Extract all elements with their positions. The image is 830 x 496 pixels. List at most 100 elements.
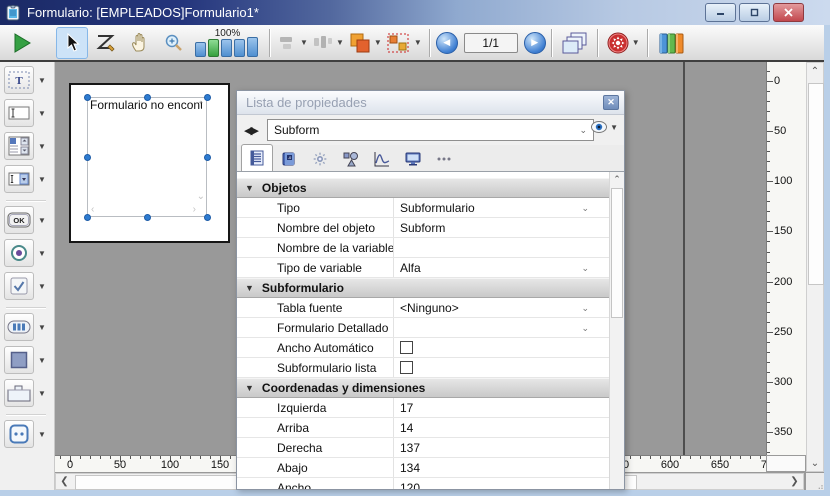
property-value[interactable]: 120 — [400, 481, 580, 490]
chevron-down-icon[interactable]: ▼ — [38, 282, 46, 291]
checkbox-tool[interactable]: ▼ — [4, 272, 50, 300]
vertical-scrollbar[interactable]: ⌃ ⌄ — [806, 62, 824, 472]
panel-tab-monitor[interactable] — [398, 146, 428, 171]
align-objects-button[interactable]: ▼ — [277, 27, 309, 59]
property-row[interactable]: Subformulario lista — [237, 358, 611, 378]
chevron-down-icon[interactable]: ▼ — [38, 323, 46, 332]
visibility-options-button[interactable]: ▼ — [591, 121, 618, 133]
property-value[interactable]: 17 — [400, 401, 580, 415]
checkbox-unchecked[interactable] — [400, 361, 413, 374]
chevron-down-icon[interactable]: ▼ — [38, 175, 46, 184]
object-prev-next-icons[interactable]: ◀▶ — [244, 124, 257, 137]
selection-handle-bottom-left[interactable] — [84, 214, 91, 221]
entry-order-tool-button[interactable] — [90, 27, 122, 59]
minimize-button[interactable] — [705, 3, 736, 22]
chevron-down-icon[interactable]: ⌄ — [581, 303, 589, 314]
panel-scroll-thumb[interactable] — [611, 188, 623, 318]
selection-handle-mid-right[interactable] — [204, 154, 211, 161]
selection-handle-bottom-center[interactable] — [144, 214, 151, 221]
layer-objects-button[interactable]: ▼ — [347, 27, 383, 59]
previous-page-button[interactable]: ◀ — [436, 32, 458, 54]
property-row[interactable]: Derecha137 — [237, 438, 611, 458]
panel-close-button[interactable]: ✕ — [603, 95, 619, 110]
panel-scrollbar[interactable]: ⌃ — [609, 172, 624, 490]
buttonbar-tool[interactable]: ▼ — [4, 313, 50, 341]
selection-handle-top-center[interactable] — [144, 94, 151, 101]
property-value[interactable]: 14 — [400, 421, 580, 435]
vertical-scroll-thumb[interactable] — [808, 83, 824, 285]
input-tool[interactable]: ▼ — [4, 99, 50, 127]
property-row[interactable]: Tipo de variableAlfa⌄ — [237, 258, 611, 278]
chevron-down-icon[interactable]: ▼ — [38, 430, 46, 439]
combobox-tool[interactable]: ▼ — [4, 165, 50, 193]
property-value[interactable]: Subform — [400, 221, 580, 235]
property-row[interactable]: TipoSubformulario⌄ — [237, 198, 611, 218]
distribute-objects-button[interactable]: ▼ — [311, 27, 345, 59]
checkbox-unchecked[interactable] — [400, 341, 413, 354]
panel-title-bar[interactable]: Lista de propiedades ✕ — [237, 91, 624, 115]
property-row[interactable]: Nombre del objetoSubform — [237, 218, 611, 238]
chevron-down-icon[interactable]: ▼ — [38, 76, 46, 85]
panel-scroll-up-icon[interactable]: ⌃ — [610, 174, 624, 185]
property-value[interactable]: Subformulario — [400, 201, 580, 215]
selection-handle-top-right[interactable] — [204, 94, 211, 101]
panel-tab-curve[interactable] — [367, 146, 397, 171]
resize-grip[interactable]: ⣠ — [806, 473, 824, 490]
chevron-down-icon[interactable]: ⌄ — [581, 203, 589, 214]
scroll-right-button[interactable]: ❯ — [786, 474, 803, 489]
radio-tool[interactable]: ▼ — [4, 239, 50, 267]
panel-tab-shapes[interactable] — [336, 146, 366, 171]
next-page-button[interactable]: ▶ — [524, 32, 546, 54]
zoom-level-control[interactable]: 100% — [195, 29, 260, 57]
zoom-tool-button[interactable] — [158, 27, 190, 59]
chevron-down-icon[interactable]: ▼ — [38, 109, 46, 118]
panel-tab-book[interactable]: -0 — [274, 146, 304, 171]
subform-object[interactable]: Formulario no encontrado ⌃ ⌄ ‹ › — [87, 97, 207, 217]
property-row[interactable]: Formulario Detallado⌄ — [237, 318, 611, 338]
explorer-library-button[interactable] — [655, 27, 687, 59]
button-tool[interactable]: OK▼ — [4, 206, 50, 234]
panel-tab-list[interactable] — [241, 144, 273, 171]
property-value[interactable]: Alfa — [400, 261, 580, 275]
maximize-button[interactable] — [739, 3, 770, 22]
selection-handle-top-left[interactable] — [84, 94, 91, 101]
chevron-down-icon[interactable]: ⌄ — [581, 263, 589, 274]
selection-handle-bottom-right[interactable] — [204, 214, 211, 221]
panel-tab-gear[interactable] — [305, 146, 335, 171]
property-value[interactable]: <Ninguno> — [400, 301, 580, 315]
property-row[interactable]: Arriba14 — [237, 418, 611, 438]
selection-handle-mid-left[interactable] — [84, 154, 91, 161]
property-value[interactable]: 134 — [400, 461, 580, 475]
property-row[interactable]: Ancho120 — [237, 478, 611, 490]
section-header[interactable]: ▼Objetos — [237, 178, 611, 198]
property-row[interactable]: Ancho Automático — [237, 338, 611, 358]
tab-control-tool[interactable]: ▼ — [4, 379, 50, 407]
rectangle-tool[interactable]: ▼ — [4, 346, 50, 374]
action-menu-button[interactable]: ▼ — [605, 27, 641, 59]
pointer-tool-button[interactable] — [56, 27, 88, 59]
section-header[interactable]: ▼Subformulario — [237, 278, 611, 298]
chevron-down-icon[interactable]: ▼ — [38, 356, 46, 365]
object-selector-dropdown[interactable]: Subform ⌄ — [267, 119, 594, 141]
chevron-down-icon[interactable]: ▼ — [38, 216, 46, 225]
property-row[interactable]: Izquierda17 — [237, 398, 611, 418]
panel-tab-ellipsis[interactable] — [429, 146, 459, 171]
chevron-down-icon[interactable]: ▼ — [38, 142, 46, 151]
pan-tool-button[interactable] — [124, 27, 156, 59]
chevron-down-icon[interactable]: ▼ — [38, 249, 46, 258]
property-value[interactable]: 137 — [400, 441, 580, 455]
section-header[interactable]: ▼Coordenadas y dimensiones — [237, 378, 611, 398]
listbox-tool[interactable]: ▼ — [4, 132, 50, 160]
execute-form-button[interactable] — [6, 27, 38, 59]
form-pages-button[interactable] — [559, 27, 591, 59]
property-row[interactable]: Nombre de la variable — [237, 238, 611, 258]
close-button[interactable] — [773, 3, 804, 22]
zoom-bars-icon[interactable] — [195, 39, 260, 57]
chevron-down-icon[interactable]: ▼ — [38, 389, 46, 398]
chevron-down-icon[interactable]: ⌄ — [581, 323, 589, 334]
plugin-area-tool[interactable]: ▼ — [4, 420, 50, 448]
property-row[interactable]: Abajo134 — [237, 458, 611, 478]
scroll-down-button[interactable]: ⌄ — [807, 455, 823, 471]
scroll-up-button[interactable]: ⌃ — [807, 63, 823, 79]
text-tool[interactable]: T▼ — [4, 66, 50, 94]
